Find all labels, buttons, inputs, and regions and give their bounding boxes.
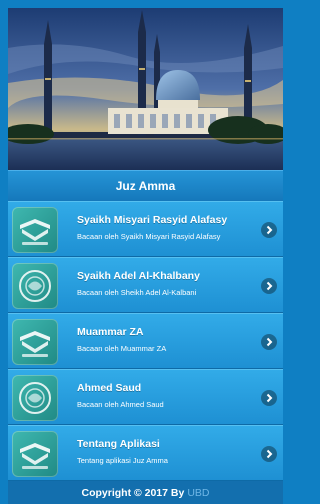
menu-item-about[interactable]: Tentang Aplikasi Tentang aplikasi Juz Am… (8, 425, 283, 481)
page-title: Juz Amma (115, 179, 176, 193)
menu-item-subtitle: Bacaan oleh Sheikh Adel Al-Kalbani (77, 288, 197, 297)
app-frame: Juz Amma Syaikh Misyari Rasyid Alafasy B… (8, 8, 283, 504)
menu-item-ahmed-saud[interactable]: Ahmed Saud Bacaan oleh Ahmed Saud (8, 369, 283, 425)
menu-item-muammar[interactable]: Muammar ZA Bacaan oleh Muammar ZA (8, 313, 283, 369)
chevron-right-icon (261, 446, 277, 462)
menu-item-subtitle: Tentang aplikasi Juz Amma (77, 456, 168, 465)
menu-item-title: Syaikh Misyari Rasyid Alafasy (77, 214, 228, 226)
quran-book-icon (12, 319, 58, 365)
mosque-header-image (8, 8, 283, 170)
menu-item-title: Ahmed Saud (77, 382, 142, 394)
chevron-right-icon (261, 390, 277, 406)
copyright-text: Copyright © 2017 By (81, 486, 185, 499)
footer: Copyright © 2017 By UBD (8, 481, 283, 504)
menu-list: Syaikh Misyari Rasyid Alafasy Bacaan ole… (8, 201, 283, 481)
chevron-right-icon (261, 222, 277, 238)
author-link[interactable]: UBD (187, 487, 209, 499)
menu-item-misyari[interactable]: Syaikh Misyari Rasyid Alafasy Bacaan ole… (8, 201, 283, 257)
chevron-right-icon (261, 278, 277, 294)
menu-item-title: Syaikh Adel Al-Khalbany (77, 270, 200, 282)
quran-emblem-icon (12, 375, 58, 421)
chevron-right-icon (261, 334, 277, 350)
menu-item-title: Tentang Aplikasi (77, 438, 160, 450)
menu-item-subtitle: Bacaan oleh Syaikh Misyari Rasyid Alafas… (77, 232, 221, 241)
menu-item-adel[interactable]: Syaikh Adel Al-Khalbany Bacaan oleh Shei… (8, 257, 283, 313)
page-title-bar: Juz Amma (8, 170, 283, 201)
quran-emblem-icon (12, 263, 58, 309)
quran-book-icon (12, 207, 58, 253)
menu-item-title: Muammar ZA (77, 326, 144, 338)
menu-item-subtitle: Bacaan oleh Muammar ZA (77, 344, 167, 353)
quran-book-icon (12, 431, 58, 477)
menu-item-subtitle: Bacaan oleh Ahmed Saud (77, 400, 164, 409)
